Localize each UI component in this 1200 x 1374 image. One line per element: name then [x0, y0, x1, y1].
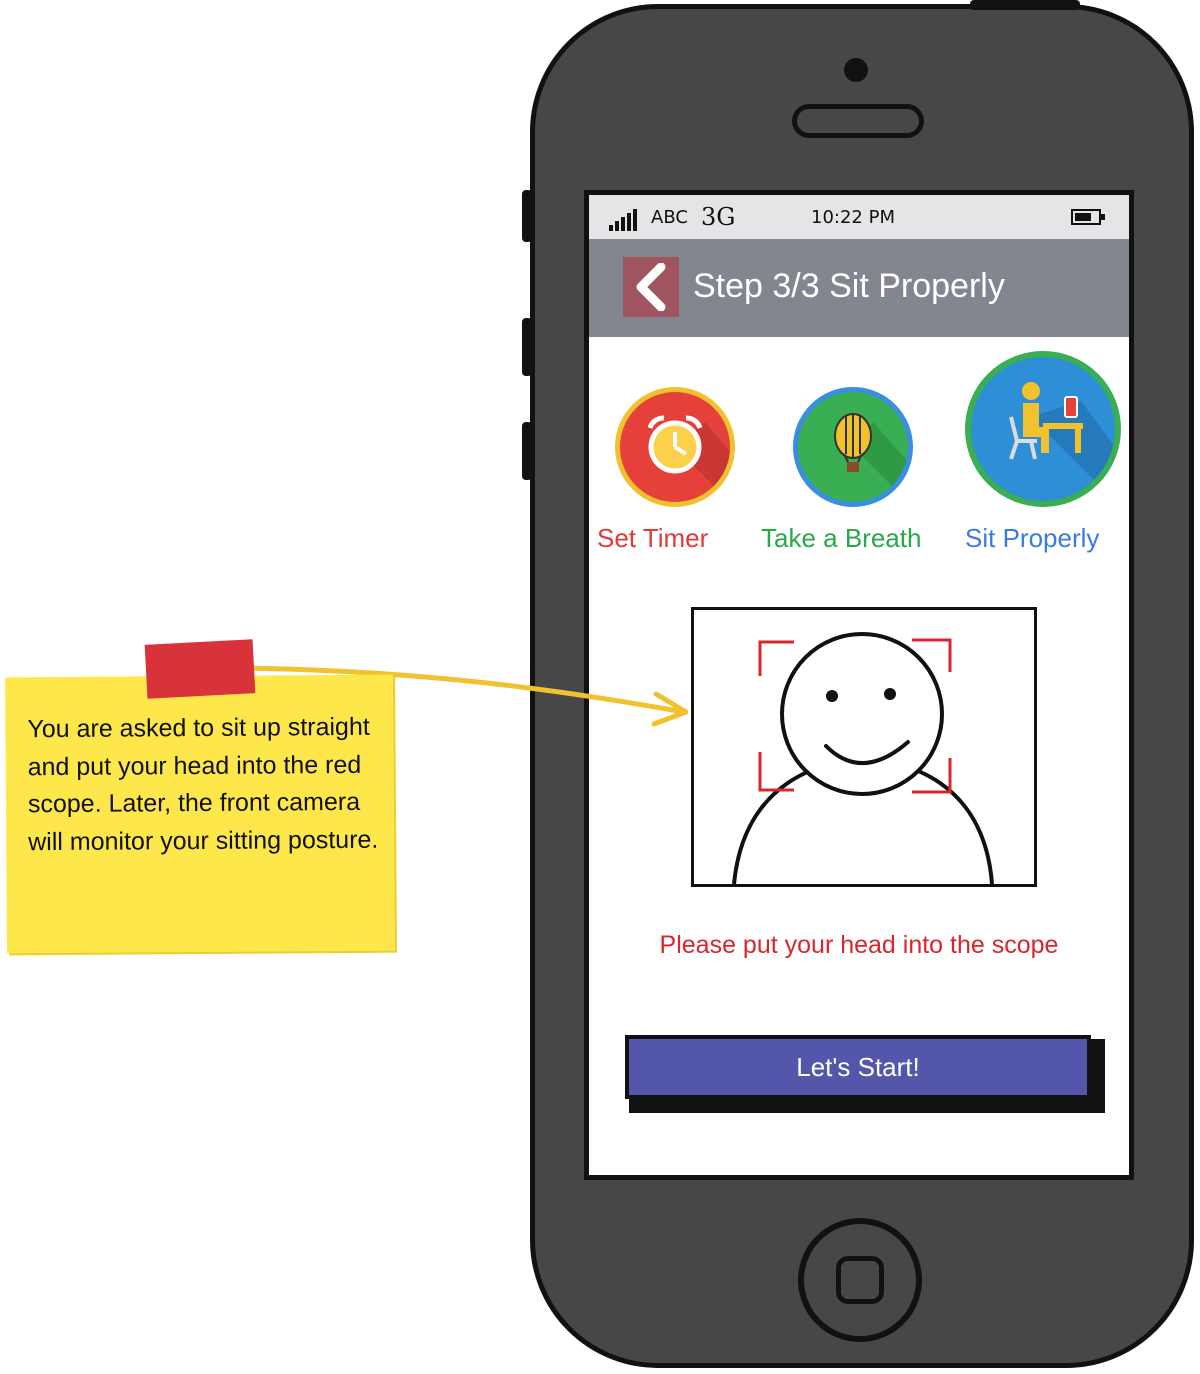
annotation-note: You are asked to sit up straight and put…	[5, 674, 395, 954]
annotation-text: You are asked to sit up straight and put…	[27, 712, 379, 856]
tape-icon	[144, 639, 256, 699]
